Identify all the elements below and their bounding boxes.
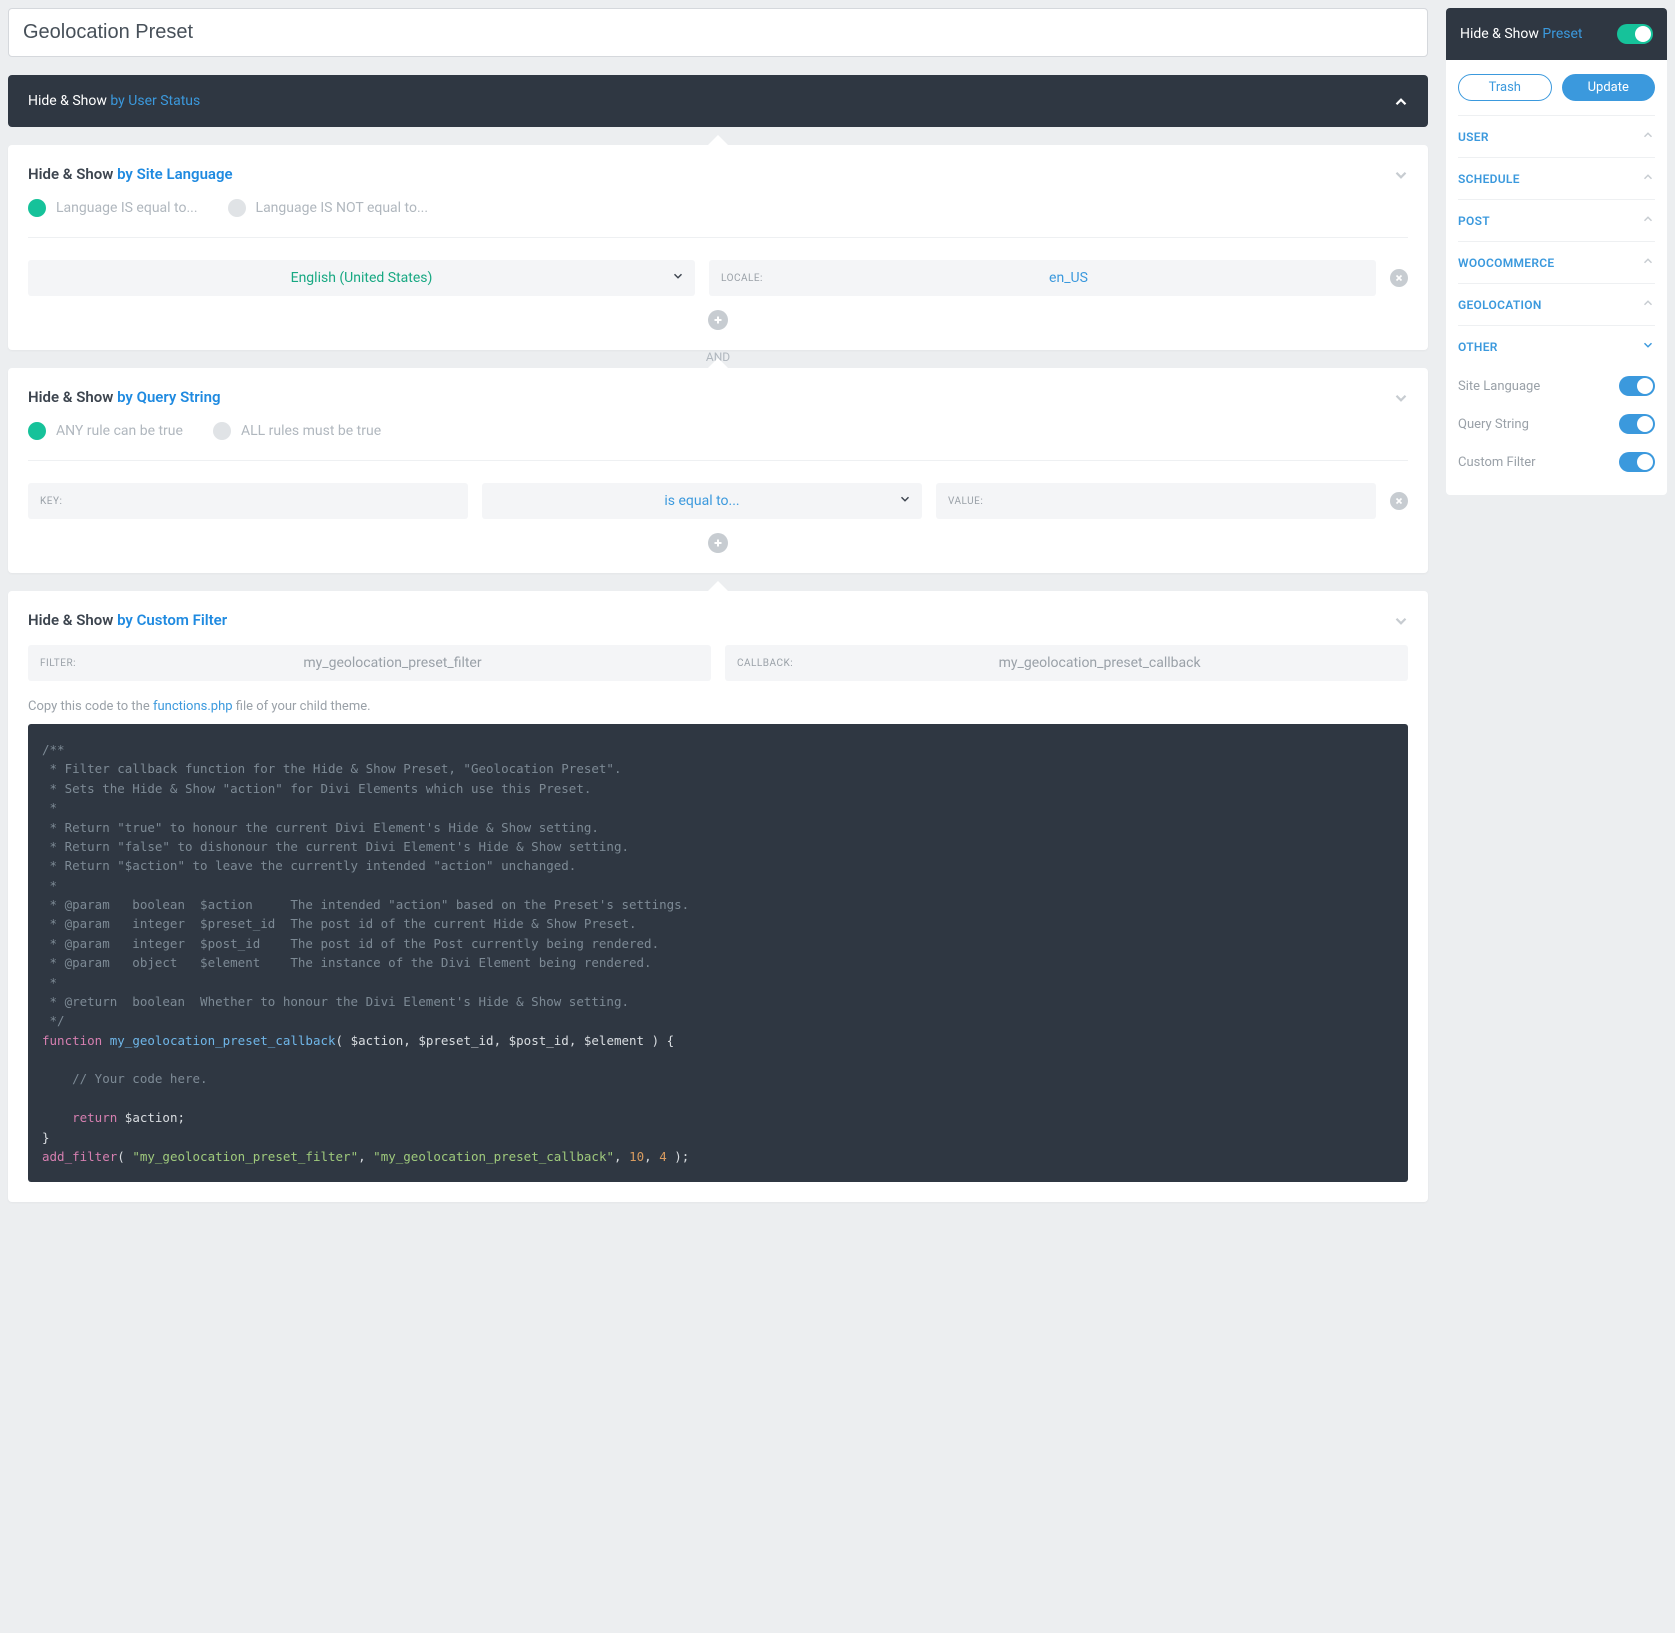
radio-label: Language IS equal to...	[56, 200, 198, 216]
filter-value: my_geolocation_preset_filter	[86, 655, 699, 671]
trash-button[interactable]: Trash	[1458, 74, 1552, 101]
language-select[interactable]: English (United States)	[28, 260, 695, 296]
value-input[interactable]: VALUE:	[936, 483, 1376, 519]
sidebar-cat-geolocation[interactable]: GEOLOCATION	[1458, 283, 1655, 325]
chevron-down-icon[interactable]	[1392, 389, 1408, 405]
code-hint: Copy this code to the functions.php file…	[28, 699, 1408, 714]
radio-dot-icon	[213, 422, 231, 440]
sidebar-sub-site-language: Site Language	[1458, 367, 1655, 405]
chevron-down-icon	[1641, 338, 1655, 355]
panel-title-prefix: Hide & Show	[28, 611, 113, 629]
sidebar-cat-schedule[interactable]: SCHEDULE	[1458, 157, 1655, 199]
panel-title-suffix: by Query String	[117, 388, 220, 406]
chevron-down-icon[interactable]	[1392, 612, 1408, 628]
chevron-up-icon	[1641, 128, 1655, 145]
sidebar-sub-query-string: Query String	[1458, 405, 1655, 443]
radio-dot-icon	[28, 199, 46, 217]
panel-title-suffix: by Site Language	[117, 165, 233, 183]
operator-value: is equal to...	[494, 493, 910, 509]
remove-rule-icon[interactable]	[1390, 492, 1408, 510]
operator-select[interactable]: is equal to...	[482, 483, 922, 519]
add-rule-icon[interactable]	[708, 533, 728, 553]
callback-label: CALLBACK:	[737, 658, 793, 669]
remove-rule-icon[interactable]	[1390, 269, 1408, 287]
radio-dot-icon	[228, 199, 246, 217]
sidebar-cat-woocommerce[interactable]: WOOCOMMERCE	[1458, 241, 1655, 283]
radio-all-rules[interactable]: ALL rules must be true	[213, 422, 381, 440]
sidebar-cat-user[interactable]: USER	[1458, 115, 1655, 157]
chevron-down-icon[interactable]	[1392, 166, 1408, 182]
locale-field[interactable]: LOCALE: en_US	[709, 260, 1376, 296]
preset-enable-toggle[interactable]	[1617, 24, 1653, 44]
key-input[interactable]: KEY:	[28, 483, 468, 519]
chevron-up-icon	[1641, 212, 1655, 229]
radio-dot-icon	[28, 422, 46, 440]
update-button[interactable]: Update	[1562, 74, 1656, 101]
custom-filter-toggle[interactable]	[1619, 452, 1655, 472]
radio-lang-is-equal[interactable]: Language IS equal to...	[28, 199, 198, 217]
chevron-down-icon	[671, 269, 685, 287]
add-rule-icon[interactable]	[708, 310, 728, 330]
query-string-toggle[interactable]	[1619, 414, 1655, 434]
radio-label: ALL rules must be true	[241, 423, 381, 439]
filter-input[interactable]: FILTER: my_geolocation_preset_filter	[28, 645, 711, 681]
key-label: KEY:	[40, 496, 62, 507]
filter-label: FILTER:	[40, 658, 76, 669]
chevron-up-icon	[1392, 93, 1408, 109]
code-block: /** * Filter callback function for the H…	[28, 724, 1408, 1182]
panel-title-prefix: Hide & Show	[28, 93, 107, 109]
chevron-up-icon	[1641, 254, 1655, 271]
sidebar-cat-post[interactable]: POST	[1458, 199, 1655, 241]
panel-custom-filter: Hide & Show by Custom Filter FILTER: my_…	[8, 591, 1428, 1202]
chevron-up-icon	[1641, 170, 1655, 187]
radio-any-rule[interactable]: ANY rule can be true	[28, 422, 183, 440]
panel-title-prefix: Hide & Show	[28, 388, 113, 406]
panel-query-string: Hide & Show by Query String ANY rule can…	[8, 368, 1428, 573]
sidebar-title-suffix: Preset	[1542, 26, 1582, 42]
panel-site-language: Hide & Show by Site Language Language IS…	[8, 145, 1428, 350]
locale-label: LOCALE:	[721, 273, 763, 284]
language-value: English (United States)	[40, 270, 683, 286]
sidebar-title-prefix: Hide & Show	[1460, 26, 1539, 42]
panel-title-prefix: Hide & Show	[28, 165, 113, 183]
sidebar-cat-other[interactable]: OTHER	[1458, 325, 1655, 367]
locale-value: en_US	[773, 270, 1364, 286]
radio-label: Language IS NOT equal to...	[256, 200, 429, 216]
sidebar-header: Hide & Show Preset	[1446, 8, 1667, 60]
functions-php-link[interactable]: functions.php	[153, 699, 233, 714]
chevron-up-icon	[1641, 296, 1655, 313]
radio-lang-not-equal[interactable]: Language IS NOT equal to...	[228, 199, 429, 217]
panel-user-status[interactable]: Hide & Show by User Status	[8, 75, 1428, 127]
value-label: VALUE:	[948, 496, 983, 507]
radio-label: ANY rule can be true	[56, 423, 183, 439]
chevron-down-icon	[898, 492, 912, 510]
callback-input[interactable]: CALLBACK: my_geolocation_preset_callback	[725, 645, 1408, 681]
sidebar-sub-custom-filter: Custom Filter	[1458, 443, 1655, 481]
preset-title-input[interactable]	[8, 8, 1428, 57]
site-language-toggle[interactable]	[1619, 376, 1655, 396]
panel-title-suffix: by User Status	[110, 93, 200, 109]
callback-value: my_geolocation_preset_callback	[803, 655, 1396, 671]
panel-title-suffix: by Custom Filter	[117, 611, 227, 629]
